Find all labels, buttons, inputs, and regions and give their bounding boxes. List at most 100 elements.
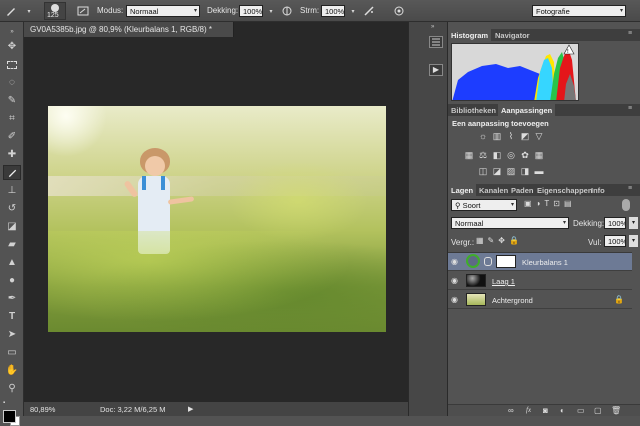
pen-tool-icon[interactable]: ✒ (3, 291, 21, 306)
lasso-tool-icon[interactable]: ◌ (3, 75, 21, 90)
layer-name[interactable]: Achtergrond (492, 296, 533, 305)
new-layer-icon[interactable]: ▢ (594, 406, 602, 415)
layer-row[interactable]: ◉ Laag 1 (448, 272, 632, 290)
eye-icon[interactable]: ◉ (451, 276, 461, 286)
document-image[interactable] (48, 106, 386, 332)
chevron-down-icon[interactable]: ▾ (629, 217, 638, 229)
delete-layer-icon[interactable]: 🗑 (611, 406, 621, 415)
collapse-toolbar-icon[interactable]: » (3, 24, 21, 39)
new-group-icon[interactable]: ▭ (577, 406, 585, 415)
tab-adjustments[interactable]: Aanpassingen (498, 104, 556, 116)
workspace-select[interactable]: Fotografie ▾ (532, 5, 626, 17)
selective-color-icon[interactable]: ◨ (520, 166, 530, 176)
tab-paths[interactable]: Paden (508, 184, 537, 196)
layer-row[interactable]: ◉ Kleurbalans 1 (448, 253, 632, 271)
move-tool-icon[interactable]: ✥ (3, 39, 21, 54)
zoom-tool-icon[interactable]: ⚲ (3, 381, 21, 396)
path-selection-tool-icon[interactable]: ➤ (3, 327, 21, 342)
pressure-size-icon[interactable] (392, 4, 406, 18)
color-balance-icon[interactable]: ⚖ (478, 150, 488, 160)
tab-libraries[interactable]: Bibliotheken (448, 104, 499, 116)
panel-menu-icon[interactable]: ≡ (628, 185, 632, 192)
brush-panel-toggle-icon[interactable] (76, 4, 90, 18)
chevron-down-icon[interactable]: ▾ (629, 235, 638, 247)
clone-stamp-tool-icon[interactable]: ⊥ (3, 183, 21, 198)
exposure-icon[interactable]: ◩ (520, 131, 530, 141)
actions-panel-icon[interactable]: ▶ (429, 64, 443, 76)
brush-size-picker[interactable]: 125 (44, 2, 66, 20)
flow-dropdown-icon[interactable]: ▾ (346, 4, 360, 18)
eye-icon[interactable]: ◉ (451, 257, 461, 267)
new-adjustment-layer-icon[interactable]: ◐ (560, 406, 565, 415)
add-mask-icon[interactable]: ◙ (543, 406, 548, 415)
fill-input[interactable]: 100% (604, 235, 626, 247)
black-white-icon[interactable]: ◧ (492, 150, 502, 160)
panel-menu-icon[interactable]: ≡ (628, 105, 632, 112)
vibrance-icon[interactable]: ▽ (534, 131, 544, 141)
tab-navigator[interactable]: Navigator (492, 29, 533, 41)
pressure-opacity-icon[interactable] (280, 4, 294, 18)
filter-toggle-switch[interactable] (622, 199, 630, 211)
layer-row[interactable]: ◉ Achtergrond 🔒 (448, 291, 632, 309)
history-panel-icon[interactable] (429, 36, 443, 48)
brush-tool-icon[interactable] (4, 4, 18, 18)
hand-tool-icon[interactable]: ✋ (3, 363, 21, 378)
gradient-map-icon[interactable]: ▬ (534, 166, 544, 176)
chevron-down-icon: ▾ (193, 8, 197, 14)
levels-icon[interactable]: ▥ (492, 131, 502, 141)
brush-tool-icon[interactable] (3, 165, 21, 180)
tab-layers[interactable]: Lagen (448, 184, 477, 196)
layer-name[interactable]: Kleurbalans 1 (522, 258, 568, 267)
tab-channels[interactable]: Kanalen (476, 184, 511, 196)
threshold-icon[interactable]: ▨ (506, 166, 516, 176)
link-layers-icon[interactable]: ∞ (508, 406, 514, 415)
flow-input[interactable]: 100% (321, 5, 345, 17)
hue-saturation-icon[interactable]: ▦ (464, 150, 474, 160)
document-tab[interactable]: GV0A5385b.jpg @ 80,9% (Kleurbalans 1, RG… (24, 22, 234, 37)
layer-filter-select[interactable]: ⚲ Soort ▾ (451, 199, 517, 211)
tab-info[interactable]: Info (588, 184, 608, 196)
gradient-tool-icon[interactable]: ▰ (3, 237, 21, 252)
collapse-dock-icon[interactable]: » (431, 24, 434, 30)
tab-properties[interactable]: Eigenschappen (534, 184, 595, 196)
eyedropper-tool-icon[interactable]: ✐ (3, 129, 21, 144)
opacity-input[interactable]: 100% (239, 5, 263, 17)
channel-mixer-icon[interactable]: ✿ (520, 150, 530, 160)
link-icon[interactable] (484, 257, 492, 266)
quick-selection-tool-icon[interactable]: ✎ (3, 93, 21, 108)
eye-icon[interactable]: ◉ (451, 295, 461, 305)
opacity-dropdown-icon[interactable]: ▾ (264, 4, 278, 18)
blur-tool-icon[interactable]: ▲ (3, 255, 21, 270)
layer-name[interactable]: Laag 1 (492, 277, 515, 286)
healing-brush-tool-icon[interactable]: ✚ (3, 147, 21, 162)
mode-label: Modus: (97, 6, 124, 15)
zoom-level[interactable]: 80,89% (30, 405, 55, 414)
photo-filter-icon[interactable]: ◎ (506, 150, 516, 160)
airbrush-icon[interactable] (362, 4, 376, 18)
invert-icon[interactable]: ◫ (478, 166, 488, 176)
color-lookup-icon[interactable]: ▦ (534, 150, 544, 160)
layer-style-icon[interactable]: fx (526, 406, 531, 414)
rectangle-tool-icon[interactable]: ▭ (3, 345, 21, 360)
tab-histogram[interactable]: Histogram (448, 29, 492, 41)
document-size: Doc: 3,22 M/6,25 M (100, 405, 166, 414)
posterize-icon[interactable]: ◪ (492, 166, 502, 176)
type-tool-icon[interactable]: T (3, 309, 21, 324)
crop-tool-icon[interactable]: ⌗ (3, 111, 21, 126)
dodge-tool-icon[interactable]: ● (3, 273, 21, 288)
brightness-contrast-icon[interactable]: ☼ (478, 131, 488, 141)
blend-mode-select[interactable]: Normaal ▾ (451, 217, 569, 229)
curves-icon[interactable]: ⌇ (506, 131, 516, 141)
foreground-color-swatch[interactable] (3, 410, 16, 423)
status-menu-arrow-icon[interactable]: ▶ (188, 405, 193, 413)
lock-icons[interactable]: ▦✎✥🔒 (476, 236, 523, 245)
eraser-tool-icon[interactable]: ◪ (3, 219, 21, 234)
layer-filter-type-icons[interactable]: ▣◑T⊡▤ (524, 199, 576, 208)
history-brush-tool-icon[interactable]: ↺ (3, 201, 21, 216)
default-colors-icon[interactable]: ▪ (3, 400, 11, 408)
layer-opacity-input[interactable]: 100% (604, 217, 626, 229)
marquee-tool-icon[interactable] (3, 57, 21, 72)
tool-preset-dropdown-icon[interactable]: ▾ (22, 4, 36, 18)
mode-select[interactable]: Normaal ▾ (126, 5, 200, 17)
panel-menu-icon[interactable]: ≡ (628, 30, 632, 37)
